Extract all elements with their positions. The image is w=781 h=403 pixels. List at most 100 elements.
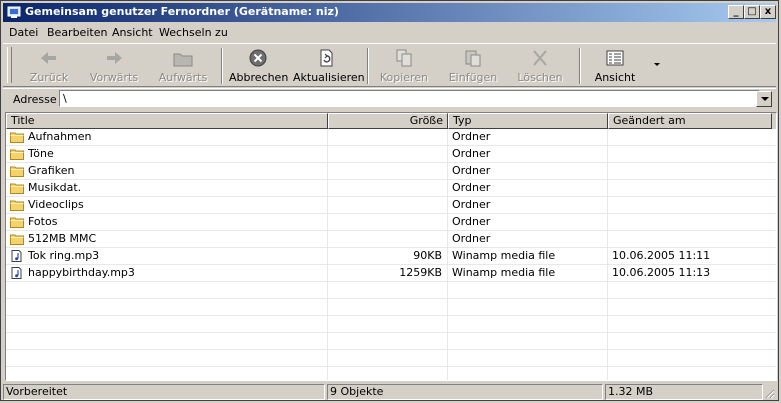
empty-row [6,316,776,333]
minimize-button[interactable]: _ [728,5,744,19]
menu-ansicht[interactable]: Ansicht [112,26,153,39]
folder-icon [10,217,24,228]
folder-icon [10,166,24,177]
copy-label: Kopieren [379,71,429,84]
file-size [328,214,446,230]
mobile-device-icon [7,6,21,18]
file-modified [608,197,772,213]
view-button[interactable]: Ansicht [591,48,639,86]
delete-label: Löschen [517,71,563,84]
stop-button[interactable]: Abbrechen [229,48,289,86]
file-name: happybirthday.mp3 [28,266,135,279]
file-name: Videoclips [28,198,84,211]
file-modified [608,180,772,196]
file-name: 512MB MMC [28,232,97,245]
file-type: Ordner [452,181,491,194]
file-name: Fotos [28,215,58,228]
folder-icon [10,132,24,143]
file-name: Aufnahmen [28,130,92,143]
close-button[interactable]: x [760,5,776,19]
refresh-icon [320,49,333,67]
file-size [328,163,446,179]
file-modified [608,146,772,162]
up-button[interactable]: Aufwärts [158,48,208,86]
arrow-right-icon [107,52,122,64]
file-row[interactable]: Tok ring.mp3 90KB Winamp media file 10.06.2… [6,248,776,265]
file-row[interactable]: Musikdat. Ordner [6,180,776,197]
column-modified-header[interactable]: Geändert am [608,113,772,129]
empty-row [6,367,776,380]
paste-label: Einfügen [448,71,498,84]
file-type: Winamp media file [452,249,556,262]
file-row[interactable]: Fotos Ordner [6,214,776,231]
file-row[interactable]: Grafiken Ordner [6,163,776,180]
toolbar-grip[interactable] [7,47,12,83]
toolbar-separator [221,48,223,84]
view-label: Ansicht [594,71,636,84]
stop-label: Abbrechen [229,71,289,84]
file-modified [608,129,772,145]
file-row[interactable]: Aufnahmen Ordner [6,129,776,146]
maximize-button[interactable]: □ [744,5,760,19]
menu-datei[interactable]: Datei [9,26,38,39]
delete-x-icon [533,50,547,66]
status-ready: Vorbereitet [3,384,325,400]
address-dropdown-button[interactable] [756,91,772,107]
file-type: Ordner [452,147,491,160]
paste-button[interactable]: Einfügen [445,48,501,86]
up-label: Aufwärts [158,71,208,84]
file-name: Töne [28,147,54,160]
file-name: Grafiken [28,164,75,177]
list-header: Title Größe Typ Geändert am [6,113,776,129]
file-name: Musikdat. [28,181,82,194]
file-modified [608,214,772,230]
column-title-header[interactable]: Title [6,113,328,129]
file-modified: 10.06.2005 11:13 [612,266,711,279]
menu-bearbeiten[interactable]: Bearbeiten [47,26,107,39]
forward-label: Vorwärts [89,71,139,84]
menu-bar: Datei Bearbeiten Ansicht Wechseln zu [3,23,776,42]
file-modified [608,163,772,179]
file-type: Ordner [452,232,491,245]
audio-file-icon [11,267,22,279]
refresh-button[interactable]: Aktualisieren [293,48,365,86]
back-button[interactable]: Zurück [29,48,69,86]
column-type-header[interactable]: Typ [448,113,608,129]
toolbar-separator [367,48,369,84]
audio-file-icon [11,250,22,262]
file-size: 1259KB [399,266,442,279]
file-row[interactable]: Töne Ordner [6,146,776,163]
address-input[interactable] [59,90,760,107]
delete-button[interactable]: Löschen [515,48,565,86]
file-type: Ordner [452,198,491,211]
file-row[interactable]: 512MB MMC Ordner [6,231,776,248]
forward-button[interactable]: Vorwärts [89,48,139,86]
menu-wechseln-zu[interactable]: Wechseln zu [159,26,228,39]
arrow-left-icon [41,52,56,64]
back-label: Zurück [29,71,69,84]
file-type: Ordner [452,215,491,228]
resize-grip-icon[interactable] [763,387,775,399]
view-dropdown-icon[interactable] [653,62,661,68]
empty-row [6,282,776,299]
file-row[interactable]: Videoclips Ordner [6,197,776,214]
file-row[interactable]: happybirthday.mp3 1259KB Winamp media file… [6,265,776,282]
folder-icon [10,200,24,211]
title-bar[interactable]: Gemeinsam genutzer Fernordner (Gerätname… [3,3,776,22]
copy-icon [396,49,412,67]
status-count: 9 Objekte [327,384,603,400]
refresh-label: Aktualisieren [293,71,365,84]
copy-button[interactable]: Kopieren [377,48,431,86]
folder-up-icon [173,53,193,67]
stop-icon [249,49,267,67]
file-size [328,146,446,162]
file-list[interactable]: Title Größe Typ Geändert am Aufnahmen Ord… [5,112,777,381]
folder-icon [10,234,24,245]
column-size-header[interactable]: Größe [328,113,448,129]
empty-row [6,350,776,367]
file-type: Winamp media file [452,266,556,279]
status-bar: Vorbereitet 9 Objekte 1.32 MB [3,383,776,400]
file-name: Tok ring.mp3 [28,249,100,262]
empty-row [6,299,776,316]
folder-icon [10,183,24,194]
